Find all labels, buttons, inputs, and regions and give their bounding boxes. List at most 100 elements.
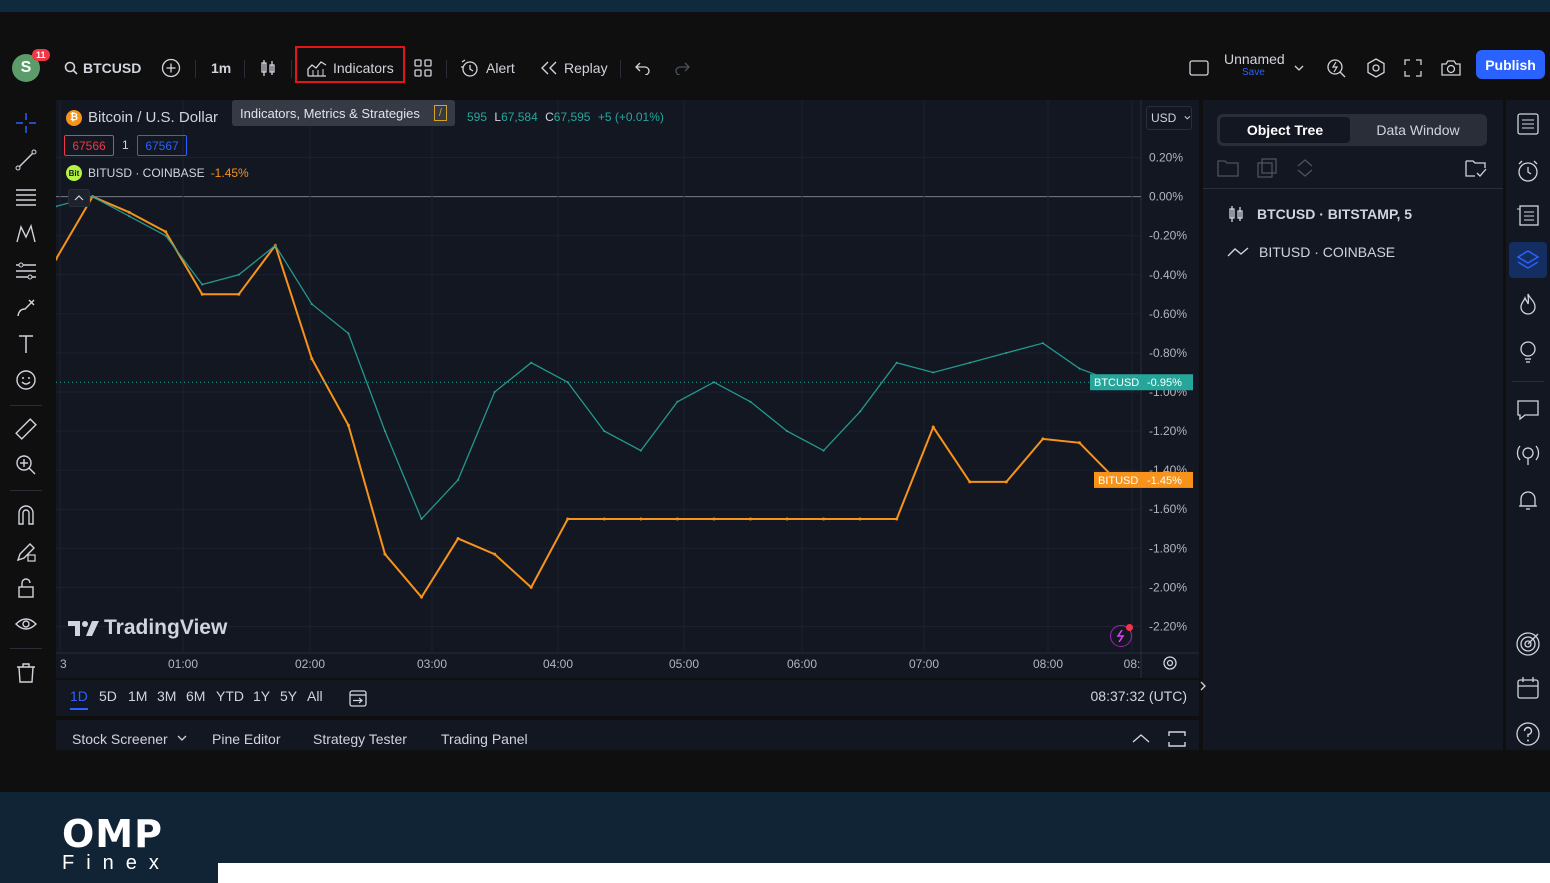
clock[interactable]: 08:37:32 (UTC) <box>1091 688 1187 704</box>
arrange-icon[interactable] <box>1295 158 1315 183</box>
chart-settings-icon[interactable] <box>1161 654 1179 672</box>
price-chart[interactable]: 0.20%0.00%-0.20%-0.40%-0.60%-0.80%-1.00%… <box>54 100 1199 678</box>
text-icon[interactable] <box>13 331 39 357</box>
collapse-panel-arrow[interactable] <box>1197 675 1209 697</box>
collapse-legend-button[interactable] <box>68 189 90 207</box>
timeframe-5y[interactable]: 5Y <box>280 688 297 704</box>
ruler-icon[interactable] <box>13 416 39 442</box>
sell-button[interactable]: 67566 <box>64 135 114 156</box>
data-point <box>274 244 277 247</box>
timeframe-3m[interactable]: 3M <box>157 688 176 704</box>
templates-button[interactable] <box>414 48 432 88</box>
chart-pane[interactable]: 0.20% 0.00% -0.20% -0.40% -0.60% -0.80% -1.00%… <box>54 100 1199 678</box>
crosshair-icon[interactable] <box>13 110 39 136</box>
object-tree-label: BITUSD · COINBASE <box>1259 244 1396 260</box>
bottom-tab-pine-editor[interactable]: Pine Editor <box>212 731 280 747</box>
quick-search-button[interactable] <box>1326 48 1346 88</box>
compare-legend-row[interactable]: Bit BITUSD · COINBASE -1.45% <box>66 165 249 181</box>
timeframe-1d[interactable]: 1D <box>70 688 88 710</box>
trash-icon[interactable] <box>13 660 39 686</box>
magnet-icon[interactable] <box>13 502 39 528</box>
date-range-button[interactable] <box>348 688 368 713</box>
lock-icon[interactable] <box>13 575 39 601</box>
data-point <box>529 585 533 589</box>
window-icon <box>1189 60 1209 76</box>
bottom-tab-stock-screener[interactable]: Stock Screener <box>72 731 168 747</box>
bottom-tab-trading-panel[interactable]: Trading Panel <box>441 731 528 747</box>
manage-drawings-icon[interactable] <box>1465 158 1487 185</box>
legend-title[interactable]: Bitcoin / U.S. Dollar <box>88 109 218 126</box>
new-folder-icon[interactable] <box>1217 158 1239 183</box>
replay-button[interactable]: Replay <box>540 48 608 88</box>
object-tree-item[interactable]: BITUSD · COINBASE <box>1227 240 1395 264</box>
fullscreen-button[interactable] <box>1404 48 1422 88</box>
notifications-bell-icon[interactable] <box>1514 486 1542 514</box>
symbol-search-button[interactable]: BTCUSD <box>64 48 141 88</box>
chart-type-button[interactable] <box>259 48 277 88</box>
lightning-icon[interactable] <box>1110 624 1133 647</box>
layers-icon[interactable] <box>1514 246 1542 274</box>
y-tick-label: -0.60% <box>1149 307 1187 321</box>
hotlist-flame-icon[interactable] <box>1514 290 1542 318</box>
coinbase-icon: Bit <box>66 165 82 181</box>
toolbar-divider <box>195 60 196 78</box>
trend-line-icon[interactable] <box>13 147 39 173</box>
compare-button[interactable] <box>161 48 181 88</box>
tab-data-window[interactable]: Data Window <box>1353 117 1483 143</box>
brush-icon[interactable] <box>13 295 39 321</box>
gear-icon <box>1367 58 1385 78</box>
streams-icon[interactable] <box>1514 441 1542 469</box>
target-icon[interactable] <box>1514 630 1542 658</box>
timeframe-6m[interactable]: 6M <box>186 688 205 704</box>
tab-object-tree[interactable]: Object Tree <box>1220 117 1350 143</box>
undo-button[interactable] <box>635 48 651 88</box>
expand-panel-icon[interactable] <box>1131 733 1151 743</box>
maximize-panel-icon[interactable] <box>1168 731 1186 747</box>
compare-change: -1.45% <box>210 166 249 180</box>
timeframe-all[interactable]: All <box>307 688 323 704</box>
currency-selector[interactable]: USD <box>1146 106 1192 130</box>
alerts-clock-icon[interactable] <box>1514 157 1542 185</box>
eye-icon[interactable] <box>13 611 39 637</box>
help-icon[interactable] <box>1514 720 1542 748</box>
pattern-icon[interactable] <box>13 221 39 247</box>
brand-logo-bottom: Finex <box>62 852 171 874</box>
clone-icon[interactable] <box>1257 158 1277 183</box>
alert-button[interactable]: Alert <box>460 48 515 88</box>
interval-button[interactable]: 1m <box>211 48 231 88</box>
emoji-icon[interactable] <box>13 367 39 393</box>
layout-name-button[interactable]: Unnamed Save <box>1224 52 1285 80</box>
footer-white-strip <box>218 863 1550 883</box>
layout-toggle-button[interactable] <box>1189 48 1209 88</box>
compare-symbol: BITUSD · COINBASE <box>88 166 205 180</box>
news-icon[interactable] <box>1514 201 1542 229</box>
close-value: 67,595 <box>553 110 591 124</box>
calendar-icon[interactable] <box>1514 674 1542 702</box>
object-tree-item[interactable]: BTCUSD · BITSTAMP, 5 <box>1227 202 1412 226</box>
snapshot-button[interactable] <box>1440 48 1462 88</box>
timeframe-1y[interactable]: 1Y <box>253 688 270 704</box>
layout-menu-button[interactable] <box>1294 48 1304 88</box>
bottom-tab-strategy-tester[interactable]: Strategy Tester <box>313 731 407 747</box>
buy-button[interactable]: 67567 <box>137 135 187 156</box>
fib-lines-icon[interactable] <box>13 184 39 210</box>
data-point <box>676 400 679 403</box>
chevron-down-icon[interactable] <box>177 735 187 742</box>
stay-in-drawing-icon[interactable] <box>13 539 39 565</box>
timeframe-1m[interactable]: 1M <box>128 688 147 704</box>
tooltip-shortcut: / <box>433 105 447 121</box>
timeframe-5d[interactable]: 5D <box>99 688 117 704</box>
forecast-icon[interactable] <box>13 258 39 284</box>
ideas-bulb-icon[interactable] <box>1514 338 1542 366</box>
chat-icon[interactable] <box>1514 396 1542 424</box>
publish-button[interactable]: Publish <box>1476 50 1545 79</box>
tooltip-text: Indicators, Metrics & Strategies <box>240 105 420 121</box>
timeframe-ytd[interactable]: YTD <box>216 688 244 704</box>
chevron-down-icon <box>1294 65 1304 71</box>
redo-button[interactable] <box>674 48 690 88</box>
camera-icon <box>1441 60 1461 76</box>
settings-button[interactable] <box>1366 48 1386 88</box>
plus-circle-icon <box>161 58 181 78</box>
watchlist-icon[interactable] <box>1514 110 1542 138</box>
zoom-in-icon[interactable] <box>13 452 39 478</box>
